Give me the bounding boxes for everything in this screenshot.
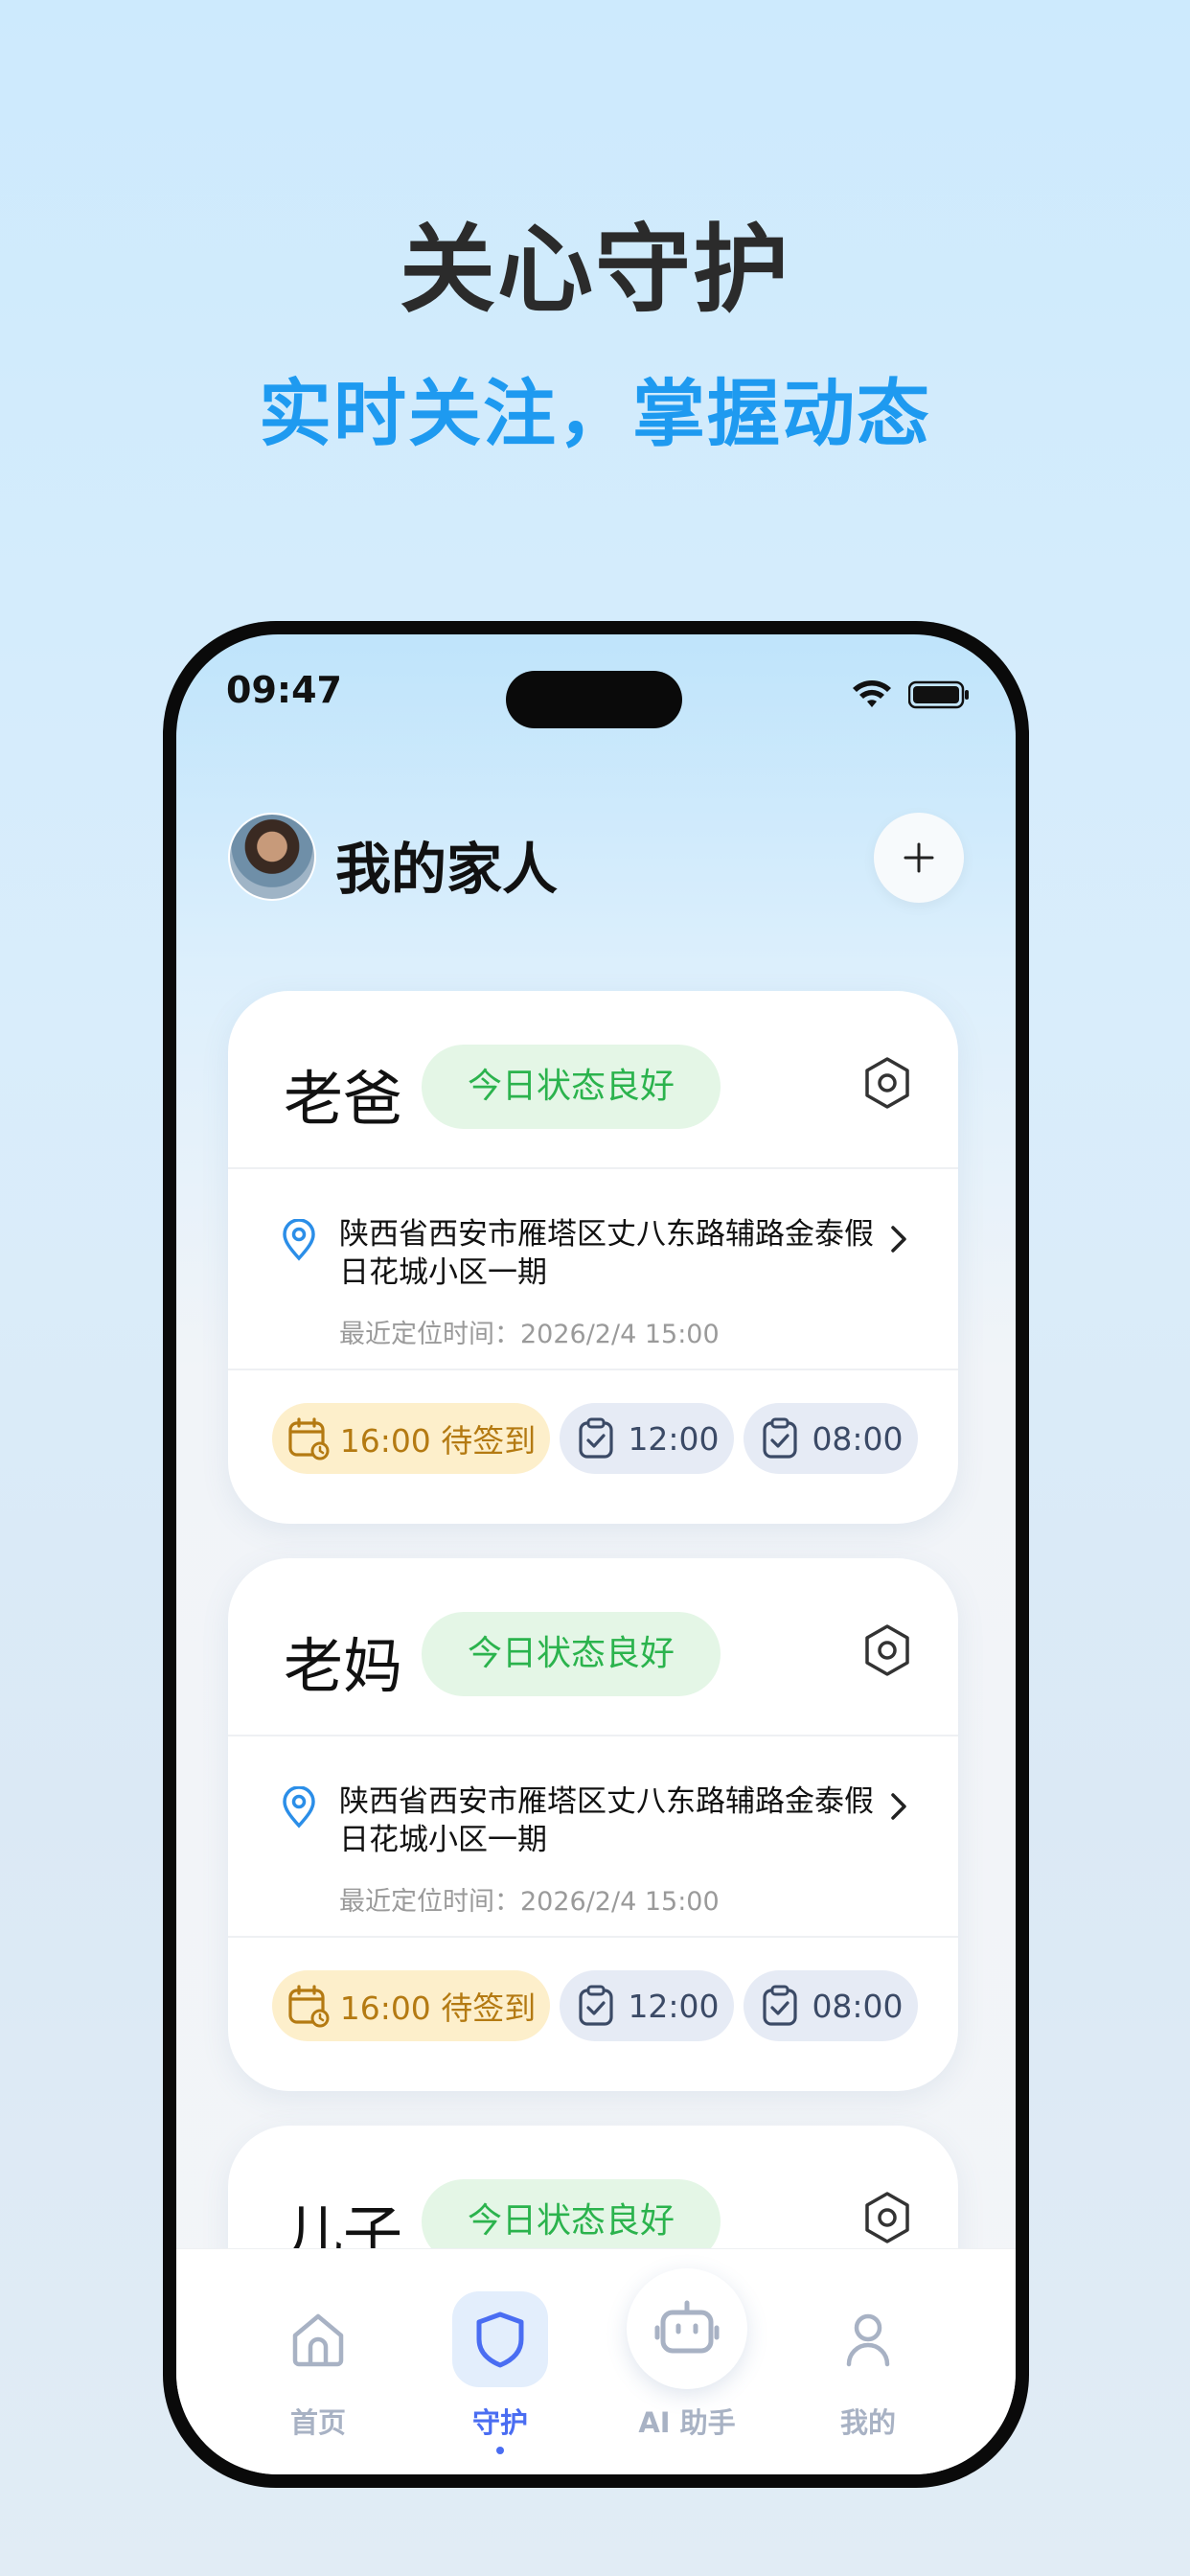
location-pin-icon	[283, 1786, 315, 1828]
location-time: 最近定位时间：2026/2/4 15:00	[339, 1320, 720, 1349]
page-header: 我的家人	[228, 813, 964, 903]
ai-button[interactable]	[627, 2268, 747, 2389]
pending-checkin-label: 16:00 待签到	[339, 1990, 537, 2027]
checkin-row: 16:00 待签到 12:00 08:00	[228, 1938, 958, 2089]
tab-ai-assistant[interactable]: AI 助手	[606, 2268, 768, 2441]
status-badge: 今日状态良好	[422, 1045, 721, 1129]
done-checkin-time: 12:00	[628, 1987, 720, 2025]
hero-title: 关心守护	[400, 214, 790, 326]
done-checkin-chip[interactable]: 12:00	[560, 1970, 734, 2041]
done-checkin-chip[interactable]: 12:00	[560, 1403, 734, 1474]
shield-icon	[476, 2312, 524, 2368]
user-icon	[846, 2313, 890, 2367]
dynamic-island	[506, 671, 682, 728]
tab-mine-label: 我的	[839, 2406, 896, 2439]
wifi-icon	[853, 680, 891, 707]
done-checkin-time: 12:00	[628, 1419, 720, 1458]
shield-icon-wrap	[452, 2291, 548, 2387]
done-checkin-time: 08:00	[812, 1419, 904, 1458]
tab-guard-label: 守护	[471, 2406, 528, 2439]
calendar-clock-icon	[288, 1985, 330, 2028]
clipboard-check-icon	[579, 1985, 614, 2026]
bottom-tab-bar: 首页 守护 AI 助手 我的	[176, 2248, 1016, 2474]
chevron-right-icon	[891, 1793, 906, 1820]
pending-checkin-chip[interactable]: 16:00 待签到	[272, 1970, 550, 2041]
done-checkin-time: 08:00	[812, 1987, 904, 2025]
family-card[interactable]: 老爸 今日状态良好 陕西省西安市雁塔区丈八东路辅路金泰假日花城小区一期 最近定位…	[228, 991, 958, 1524]
tab-guard[interactable]: 守护	[433, 2291, 567, 2454]
tab-mine[interactable]: 我的	[801, 2291, 935, 2441]
tab-home-label: 首页	[289, 2406, 346, 2439]
robot-icon	[654, 2300, 720, 2354]
home-icon	[292, 2313, 344, 2367]
hero-subtitle: 实时关注，掌握动态	[259, 371, 931, 456]
phone-screen: 09:47 我的家人 老爸 今日状态良好 陕西省西安市雁塔区丈八东路辅路金泰假日…	[176, 634, 1016, 2474]
checkin-row: 16:00 待签到 12:00 08:00	[228, 1370, 958, 1522]
member-name: 老妈	[284, 1631, 403, 1701]
address-text: 陕西省西安市雁塔区丈八东路辅路金泰假日花城小区一期	[339, 1217, 874, 1290]
plus-icon	[904, 842, 934, 873]
pending-checkin-label: 16:00 待签到	[339, 1422, 537, 1460]
member-name: 老爸	[284, 1064, 403, 1134]
location-pin-icon	[283, 1219, 315, 1261]
status-time: 09:47	[226, 669, 342, 711]
pending-checkin-chip[interactable]: 16:00 待签到	[272, 1403, 550, 1474]
family-card[interactable]: 老妈 今日状态良好 陕西省西安市雁塔区丈八东路辅路金泰假日花城小区一期 最近定位…	[228, 1558, 958, 2091]
done-checkin-chip[interactable]: 08:00	[744, 1403, 918, 1474]
add-member-button[interactable]	[874, 813, 964, 903]
phone-frame: 09:47 我的家人 老爸 今日状态良好 陕西省西安市雁塔区丈八东路辅路金泰假日…	[163, 621, 1029, 2488]
tab-ai-label: AI 助手	[638, 2406, 736, 2439]
location-row[interactable]: 陕西省西安市雁塔区丈八东路辅路金泰假日花城小区一期 最近定位时间：2026/2/…	[228, 1169, 958, 1370]
card-header: 老爸 今日状态良好	[228, 991, 958, 1169]
address-text: 陕西省西安市雁塔区丈八东路辅路金泰假日花城小区一期	[339, 1784, 874, 1857]
clipboard-check-icon	[763, 1417, 798, 1459]
chevron-right-icon	[891, 1226, 906, 1253]
user-icon-wrap	[820, 2291, 916, 2387]
location-time: 最近定位时间：2026/2/4 15:00	[339, 1887, 720, 1917]
status-badge: 今日状态良好	[422, 1612, 721, 1696]
status-bar: 09:47	[176, 665, 1016, 728]
active-tab-dot	[496, 2447, 504, 2454]
location-row[interactable]: 陕西省西安市雁塔区丈八东路辅路金泰假日花城小区一期 最近定位时间：2026/2/…	[228, 1736, 958, 1938]
avatar[interactable]	[228, 813, 316, 901]
settings-icon[interactable]	[862, 1056, 912, 1110]
card-header: 老妈 今日状态良好	[228, 1558, 958, 1736]
clipboard-check-icon	[763, 1985, 798, 2026]
tab-home[interactable]: 首页	[251, 2291, 385, 2441]
page-title: 我的家人	[335, 837, 559, 902]
clipboard-check-icon	[579, 1417, 614, 1459]
done-checkin-chip[interactable]: 08:00	[744, 1970, 918, 2041]
battery-icon	[908, 680, 969, 709]
settings-icon[interactable]	[862, 2191, 912, 2244]
settings-icon[interactable]	[862, 1623, 912, 1677]
calendar-clock-icon	[288, 1417, 330, 1460]
home-icon-wrap	[270, 2291, 366, 2387]
